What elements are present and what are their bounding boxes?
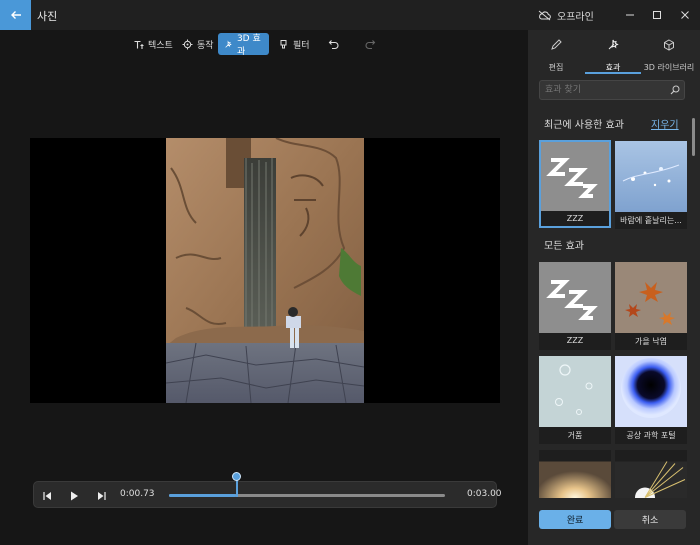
motion-icon	[182, 39, 193, 49]
effect-tile-label: 바람에 흩날리는...	[620, 216, 682, 225]
effect-tile-autumn-leaves[interactable]: 가을 낙엽	[615, 262, 687, 350]
effect-tile-label: ZZZ	[566, 336, 584, 345]
text-icon	[134, 40, 144, 49]
3d-effects-button-label: 3D 효과	[236, 34, 261, 57]
filter-button-label: 필터	[293, 40, 310, 51]
pencil-icon	[551, 39, 562, 50]
text-button[interactable]: 텍스트	[127, 33, 179, 55]
bubbles-thumbnail	[539, 356, 611, 427]
tab-edit[interactable]: 편집	[528, 36, 584, 74]
search-icon[interactable]	[670, 85, 680, 95]
cancel-button[interactable]: 취소	[614, 510, 686, 529]
filter-button[interactable]: 필터	[272, 33, 316, 55]
editor-toolbar: 텍스트 동작 3D 효과 필터	[0, 30, 528, 58]
effect-tile-zzz[interactable]: ZZZ	[539, 262, 611, 350]
redo-icon	[365, 40, 376, 50]
tab-3d-library[interactable]: 3D 라이브러리	[641, 36, 697, 74]
windblown-thumbnail	[615, 141, 687, 212]
effects-search	[539, 80, 685, 100]
glow-thumbnail	[539, 461, 611, 498]
3d-effects-icon	[225, 39, 232, 48]
redo-button[interactable]	[359, 33, 383, 55]
motion-button[interactable]: 동작	[176, 33, 220, 55]
minimize-icon	[626, 14, 634, 16]
all-effects-title: 모든 효과	[544, 241, 584, 252]
playhead-handle[interactable]	[232, 472, 241, 481]
end-time: 0:03.00	[467, 489, 502, 499]
timeline-bar: 0:00.73 0:03.00	[33, 481, 502, 508]
cloud-offline-icon	[538, 10, 551, 21]
effect-tile-zzz-recent[interactable]: ZZZ	[539, 140, 611, 228]
motion-button-label: 동작	[197, 40, 214, 51]
light-rays-thumbnail	[615, 461, 687, 498]
play-icon	[71, 491, 78, 501]
preview-photo	[166, 138, 364, 403]
clear-recent-link[interactable]: 지우기	[651, 116, 679, 131]
undo-icon	[328, 40, 339, 50]
effect-tile-label: 공상 과학 포털	[626, 431, 676, 440]
step-back-icon	[43, 492, 51, 500]
close-icon	[681, 11, 689, 19]
close-button[interactable]	[670, 0, 700, 30]
current-time: 0:00.73	[120, 489, 155, 499]
3d-effects-button[interactable]: 3D 효과	[218, 33, 269, 57]
done-button[interactable]: 완료	[539, 510, 611, 529]
tab-effects[interactable]: 효과	[585, 36, 641, 74]
effect-tile-label: 거품	[567, 431, 583, 440]
effect-tile-label: ZZZ	[566, 214, 584, 223]
effect-tile-scifi-portal[interactable]: 공상 과학 포털	[615, 356, 687, 444]
next-frame-button[interactable]	[95, 488, 109, 502]
title-bar: 사진 오프라인	[0, 0, 700, 30]
step-forward-icon	[98, 492, 106, 500]
zzz-thumbnail	[539, 262, 611, 333]
undo-button[interactable]	[321, 33, 345, 55]
effect-tile-glow[interactable]	[539, 450, 611, 498]
cube-icon	[664, 39, 674, 51]
effect-tile-bubbles[interactable]: 거품	[539, 356, 611, 444]
active-tab-indicator	[585, 72, 641, 74]
offline-label: 오프라인	[557, 12, 594, 23]
recent-effects-title: 최근에 사용한 효과	[544, 120, 624, 131]
effect-tile-label: 가을 낙엽	[635, 337, 667, 346]
app-title: 사진	[37, 10, 58, 23]
panel-scrollbar[interactable]	[692, 118, 695, 156]
zzz-thumbnail	[541, 142, 609, 211]
maximize-button[interactable]	[642, 0, 672, 30]
tab-3d-library-label: 3D 라이브러리	[643, 63, 695, 72]
effects-search-input[interactable]	[545, 83, 663, 97]
play-button[interactable]	[67, 488, 81, 502]
effect-tile-windblown-recent[interactable]: 바람에 흩날리는...	[615, 141, 687, 229]
portal-thumbnail	[615, 356, 687, 427]
previous-frame-button[interactable]	[40, 488, 54, 502]
timeline-track[interactable]	[169, 494, 445, 497]
offline-status[interactable]: 오프라인	[538, 8, 594, 23]
tab-edit-label: 편집	[548, 63, 564, 72]
text-button-label: 텍스트	[148, 40, 173, 51]
filter-icon	[280, 39, 287, 48]
back-arrow-icon	[10, 11, 21, 19]
minimize-button[interactable]	[615, 0, 645, 30]
timeline-progress	[169, 494, 237, 497]
autumn-leaves-thumbnail	[615, 262, 687, 333]
back-button[interactable]	[0, 0, 31, 30]
maximize-icon	[653, 11, 661, 19]
effects-icon	[608, 39, 619, 50]
effect-tile-light-rays[interactable]	[615, 450, 687, 498]
